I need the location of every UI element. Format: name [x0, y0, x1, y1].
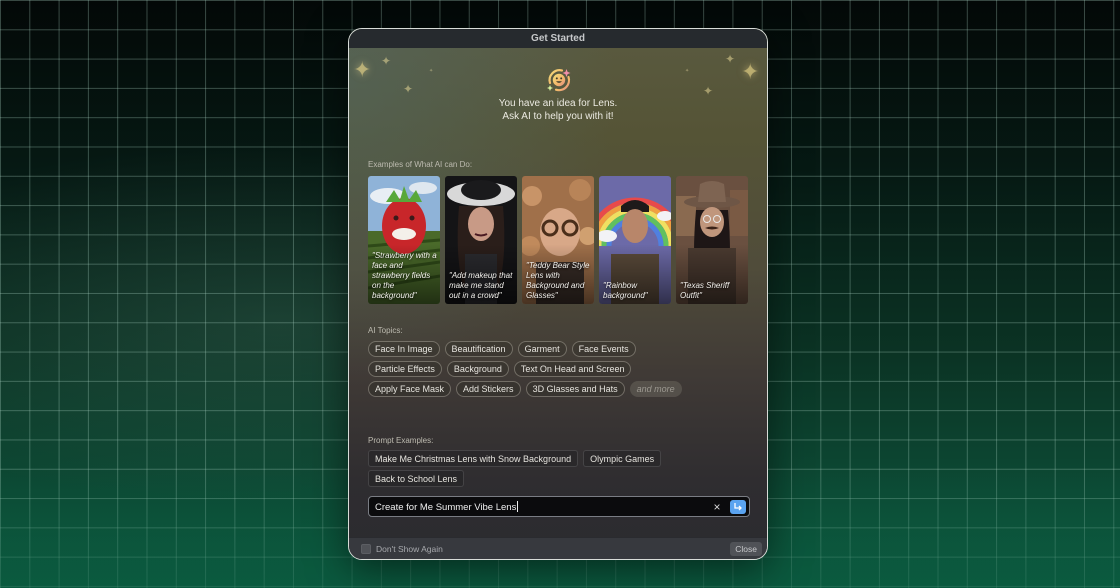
prompt-input-value[interactable]: Create for Me Summer Vibe Lens [375, 500, 710, 513]
dialog-footer: Don't Show Again Close [349, 537, 767, 559]
prompt-chip-christmas-lens[interactable]: Make Me Christmas Lens with Snow Backgro… [368, 450, 579, 467]
dont-show-again-checkbox[interactable] [361, 543, 371, 554]
get-started-dialog: Get Started ✦ ✦ ✦ ✦ ✦ ✦ ✦ ✦ You have an … [348, 28, 768, 560]
hero-line-1: You have an idea for Lens. [498, 98, 618, 109]
dont-show-again-label[interactable]: Don't Show Again [376, 544, 443, 554]
sparkle-icon: ✦ [403, 82, 414, 96]
close-button[interactable]: Close [730, 541, 762, 556]
card-caption: "Teddy Bear Style Lens with Background a… [526, 261, 590, 300]
clear-icon[interactable]: × [710, 500, 724, 514]
sparkle-icon: ✦ [353, 57, 372, 82]
card-caption: "Add makeup that make me stand out in a … [449, 271, 513, 300]
prompt-chip-back-to-school[interactable]: Back to School Lens [368, 470, 465, 487]
topic-chip-background[interactable]: Background [446, 361, 509, 377]
topic-chip-apply-face-mask[interactable]: Apply Face Mask [368, 381, 452, 397]
topic-chip-particle-effects[interactable]: Particle Effects [368, 361, 442, 377]
enter-arrow-icon [734, 503, 742, 511]
topic-chip-face-in-image[interactable]: Face In Image [368, 341, 440, 357]
submit-button[interactable] [730, 499, 746, 514]
topic-chip-garment[interactable]: Garment [517, 341, 567, 357]
hero-message: You have an idea for Lens. Ask AI to hel… [349, 97, 767, 123]
topic-chip-text-on-head-and-screen[interactable]: Text On Head and Screen [513, 361, 632, 377]
sparkle-icon: ✦ [429, 68, 434, 74]
example-cards: "Strawberry with a face and strawberry f… [368, 176, 748, 304]
topic-chip-3d-glasses-and-hats[interactable]: 3D Glasses and Hats [525, 381, 625, 397]
hero-line-2: Ask AI to help you with it! [502, 111, 614, 122]
sparkle-icon: ✦ [703, 84, 714, 98]
topic-chip-and-more[interactable]: and more [629, 381, 682, 397]
example-card-rainbow[interactable]: "Rainbow background" [599, 176, 671, 304]
ai-smiley-sparkle-icon [547, 69, 571, 92]
sparkle-icon: ✦ [741, 59, 760, 84]
sparkle-icon: ✦ [725, 52, 736, 66]
example-card-teddy-bear[interactable]: "Teddy Bear Style Lens with Background a… [522, 176, 594, 304]
example-card-strawberry[interactable]: "Strawberry with a face and strawberry f… [368, 176, 440, 304]
card-caption: "Strawberry with a face and strawberry f… [372, 251, 437, 300]
example-card-makeup[interactable]: "Add makeup that make me stand out in a … [445, 176, 517, 304]
prompt-examples-list: Make Me Christmas Lens with Snow Backgro… [368, 450, 668, 487]
sparkle-icon: ✦ [381, 54, 392, 68]
sparkle-icon: ✦ [685, 68, 690, 74]
prompt-examples-label: Prompt Examples: [368, 436, 434, 445]
ai-topics-list: Face In Image Beautification Garment Fac… [368, 341, 713, 397]
examples-label: Examples of What AI can Do: [368, 160, 473, 169]
text-caret [517, 500, 519, 512]
prompt-input[interactable]: Create for Me Summer Vibe Lens × [368, 496, 750, 517]
card-caption: "Texas Sheriff Outfit" [680, 281, 730, 300]
dialog-title: Get Started [349, 29, 767, 48]
ai-topics-label: AI Topics: [368, 326, 403, 335]
topic-chip-beautification[interactable]: Beautification [444, 341, 513, 357]
prompt-chip-olympic-games[interactable]: Olympic Games [583, 450, 662, 467]
topic-chip-face-events[interactable]: Face Events [571, 341, 636, 357]
example-card-texas-sheriff[interactable]: "Texas Sheriff Outfit" [676, 176, 748, 304]
topic-chip-add-stickers[interactable]: Add Stickers [456, 381, 521, 397]
card-caption: "Rainbow background" [603, 281, 648, 300]
